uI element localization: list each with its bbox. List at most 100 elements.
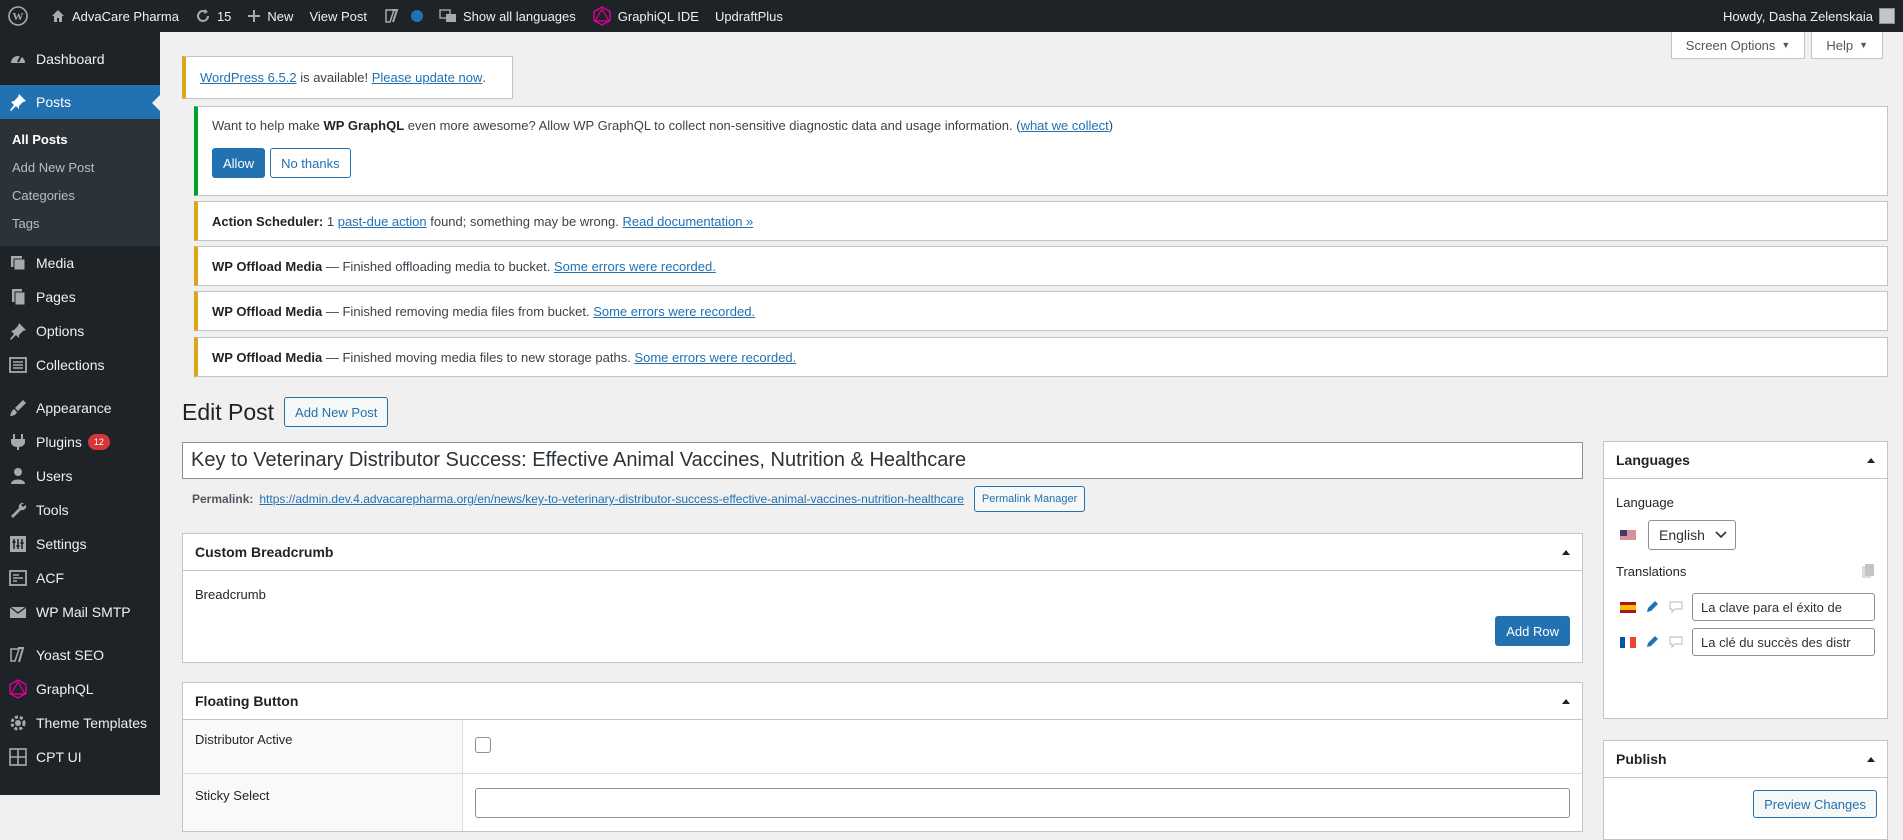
- menu-plugins[interactable]: Plugins 12: [0, 425, 160, 459]
- languages-box: Languages Language English Translations …: [1603, 441, 1888, 719]
- submenu-categories[interactable]: Categories: [0, 182, 160, 210]
- sticky-select-row: Sticky Select: [183, 774, 1582, 831]
- menu-settings-label: Settings: [36, 536, 87, 552]
- menu-posts[interactable]: Posts: [0, 85, 160, 119]
- menu-theme-templates[interactable]: Theme Templates: [0, 706, 160, 740]
- no-thanks-button[interactable]: No thanks: [270, 148, 351, 178]
- submenu-tags[interactable]: Tags: [0, 210, 160, 238]
- sticky-select-dropdown[interactable]: [475, 788, 1570, 818]
- distributor-active-checkbox[interactable]: [475, 737, 491, 753]
- wordpress-version-link[interactable]: WordPress 6.5.2: [200, 70, 297, 85]
- languages-label: Show all languages: [463, 8, 576, 24]
- permalink-link[interactable]: https://admin.dev.4.advacarepharma.org/e…: [259, 492, 964, 506]
- custom-breadcrumb-header[interactable]: Custom Breadcrumb: [183, 534, 1582, 571]
- graphql-icon: [9, 679, 27, 699]
- translation-fr-input[interactable]: La clé du succès des distr: [1692, 628, 1875, 656]
- breadcrumb-field-label: Breadcrumb: [195, 587, 266, 602]
- menu-yoast-seo-label: Yoast SEO: [36, 647, 104, 663]
- menu-dashboard[interactable]: Dashboard: [0, 42, 160, 76]
- pushpin-icon: [10, 323, 26, 340]
- floating-button-title: Floating Button: [195, 693, 299, 709]
- paintbrush-icon: [10, 400, 26, 416]
- floating-button-header[interactable]: Floating Button: [183, 683, 1582, 720]
- language-select[interactable]: English: [1648, 520, 1736, 550]
- copy-icon[interactable]: [1861, 563, 1875, 579]
- add-new-post-button[interactable]: Add New Post: [284, 397, 389, 427]
- edit-pencil-icon[interactable]: [1644, 599, 1660, 615]
- site-name-link[interactable]: AdvaCare Pharma: [42, 0, 187, 32]
- permalink-label: Permalink:: [192, 492, 254, 506]
- menu-acf[interactable]: ACF: [0, 561, 160, 595]
- menu-pages[interactable]: Pages: [0, 280, 160, 314]
- permalink-manager-button[interactable]: Permalink Manager: [973, 486, 1086, 512]
- post-title-input[interactable]: Key to Veterinary Distributor Success: E…: [182, 442, 1583, 479]
- pushpin-icon: [10, 94, 26, 111]
- allow-button[interactable]: Allow: [212, 148, 266, 178]
- languages-header[interactable]: Languages: [1604, 442, 1887, 479]
- update-now-link[interactable]: Please update now: [372, 70, 483, 85]
- list-icon: [9, 357, 27, 373]
- screen-options-button[interactable]: Screen Options ▼: [1670, 32, 1806, 59]
- read-documentation-link[interactable]: Read documentation »: [622, 214, 753, 229]
- gear-icon: [10, 715, 26, 731]
- menu-plugins-label: Plugins: [36, 434, 82, 450]
- us-flag-icon: [1620, 529, 1636, 541]
- submenu-add-new-post[interactable]: Add New Post: [0, 154, 160, 182]
- help-button[interactable]: Help ▼: [1811, 32, 1883, 59]
- languages-title: Languages: [1616, 452, 1690, 468]
- menu-options[interactable]: Options: [0, 314, 160, 348]
- offload-media-notice-1: WP Offload Media — Finished offloading m…: [194, 246, 1888, 286]
- grid-icon: [9, 748, 27, 766]
- om2-errors-link[interactable]: Some errors were recorded.: [593, 304, 755, 319]
- avatar: [1879, 8, 1895, 24]
- updraftplus-link[interactable]: UpdraftPlus: [707, 0, 791, 32]
- media-icon: [11, 256, 26, 271]
- languages-menu[interactable]: Show all languages: [431, 0, 584, 32]
- page-header: Edit Post Add New Post: [182, 397, 389, 427]
- menu-media[interactable]: Media: [0, 246, 160, 280]
- collapse-arrow-icon[interactable]: [1562, 698, 1570, 704]
- submenu-all-posts[interactable]: All Posts: [0, 126, 160, 154]
- menu-appearance[interactable]: Appearance: [0, 391, 160, 425]
- translation-es-input[interactable]: La clave para el éxito de: [1692, 593, 1875, 621]
- screen-meta-links: Screen Options ▼ Help ▼: [1670, 32, 1883, 59]
- new-label: New: [267, 8, 294, 24]
- add-row-button[interactable]: Add Row: [1495, 616, 1570, 646]
- menu-graphql[interactable]: GraphQL: [0, 672, 160, 706]
- offload-media-notice-3: WP Offload Media — Finished moving media…: [194, 337, 1888, 377]
- my-account-link[interactable]: Howdy, Dasha Zelenskaia: [1715, 0, 1895, 32]
- past-due-action-link[interactable]: past-due action: [338, 214, 427, 229]
- menu-wp-mail-smtp[interactable]: WP Mail SMTP: [0, 595, 160, 629]
- updates-link[interactable]: 15: [187, 0, 239, 32]
- om3-text: — Finished moving media files to new sto…: [322, 349, 635, 365]
- menu-yoast-seo[interactable]: Yoast SEO: [0, 638, 160, 672]
- menu-settings[interactable]: Settings: [0, 527, 160, 561]
- new-content-link[interactable]: New: [239, 0, 301, 32]
- wordpress-logo-icon[interactable]: W: [0, 0, 42, 32]
- yoast-icon: [10, 647, 25, 663]
- edit-pencil-icon[interactable]: [1644, 634, 1660, 650]
- om1-errors-link[interactable]: Some errors were recorded.: [554, 259, 716, 274]
- yoast-menu[interactable]: [375, 0, 431, 32]
- menu-cpt-ui[interactable]: CPT UI: [0, 740, 160, 774]
- collapse-arrow-icon[interactable]: [1562, 549, 1570, 555]
- publish-header[interactable]: Publish: [1604, 741, 1887, 778]
- help-label: Help: [1826, 37, 1854, 53]
- distributor-active-label: Distributor Active: [183, 720, 463, 773]
- site-name: AdvaCare Pharma: [72, 8, 179, 24]
- menu-collections[interactable]: Collections: [0, 348, 160, 382]
- collapse-arrow-icon[interactable]: [1867, 457, 1875, 463]
- view-post-link[interactable]: View Post: [301, 0, 375, 32]
- menu-tools[interactable]: Tools: [0, 493, 160, 527]
- menu-users-label: Users: [36, 468, 73, 484]
- preview-changes-button[interactable]: Preview Changes: [1753, 790, 1877, 818]
- settings-icon: [10, 536, 26, 552]
- what-we-collect-link[interactable]: what we collect: [1021, 118, 1109, 133]
- menu-users[interactable]: Users: [0, 459, 160, 493]
- collapse-arrow-icon[interactable]: [1867, 756, 1875, 762]
- gql-text-post: even more awesome? Allow WP GraphQL to c…: [404, 118, 1021, 133]
- menu-pages-label: Pages: [36, 289, 76, 305]
- graphiql-link[interactable]: GraphiQL IDE: [584, 0, 707, 32]
- om3-errors-link[interactable]: Some errors were recorded.: [634, 350, 796, 365]
- menu-dashboard-label: Dashboard: [36, 51, 105, 67]
